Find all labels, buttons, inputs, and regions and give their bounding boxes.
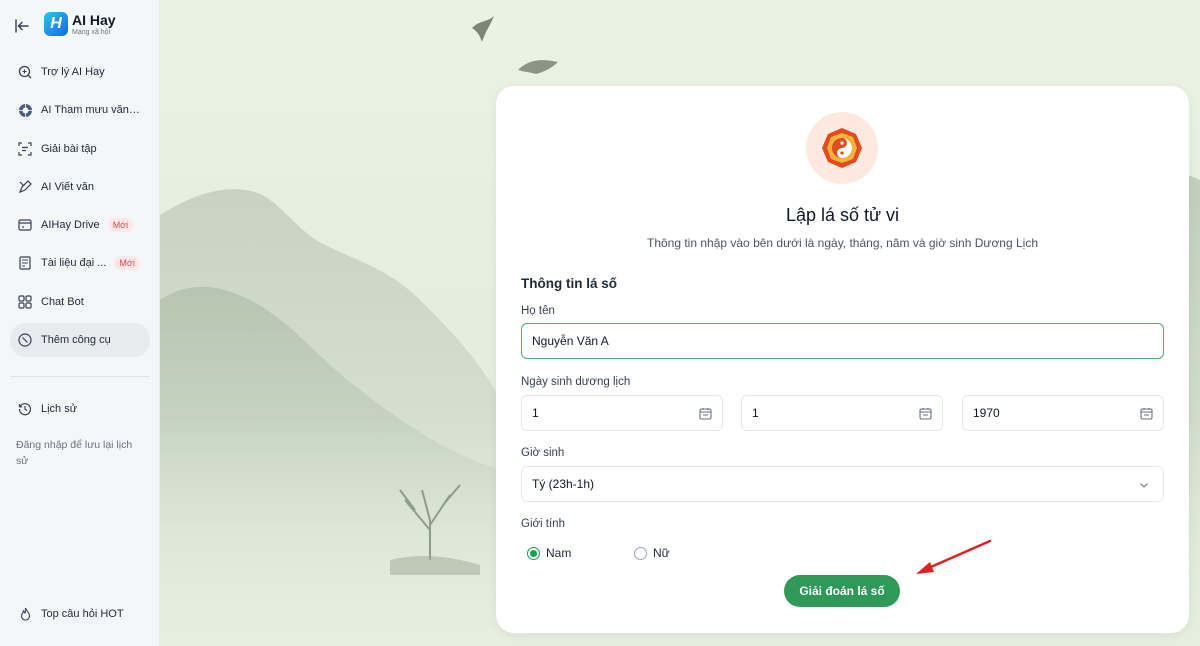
history-icon [17, 401, 33, 417]
section-title: Thông tin lá số [521, 276, 617, 291]
sidebar-item-label: Giải bài tập [41, 142, 97, 155]
sidebar-item-tro-ly-ai-hay[interactable]: Trợ lý AI Hay [10, 55, 150, 89]
search-sparkle-icon [17, 64, 33, 80]
name-label: Họ tên [521, 305, 555, 317]
day-value: 1 [532, 406, 539, 420]
sidebar-item-label: Thêm công cụ [41, 334, 111, 347]
flame-icon [17, 606, 33, 622]
month-value: 1 [752, 406, 759, 420]
sidebar-item-label: Tài liệu đại ... [41, 257, 107, 270]
radio-unchecked-icon [634, 546, 647, 560]
hour-label: Giờ sinh [521, 447, 565, 459]
calendar-icon[interactable] [699, 407, 712, 420]
history-note: Đăng nhập để lưu lại lịch sử [16, 439, 133, 467]
red-arrow-annotation [916, 539, 992, 574]
sidebar-item-label: Trợ lý AI Hay [41, 66, 105, 78]
gender-label: Giới tính [521, 518, 565, 530]
new-badge: Mới [114, 256, 140, 271]
top-questions-label: Top câu hỏi HOT [41, 608, 124, 620]
sidebar-item-label: AI Tham mưu văn ... [41, 104, 141, 117]
scan-icon [17, 141, 33, 157]
sidebar-item-ai-tham-muu[interactable]: AI Tham mưu văn ... [10, 93, 150, 127]
sidebar-divider [10, 376, 150, 377]
bagua-emblem [806, 112, 878, 184]
logo[interactable]: AI Hay Mạng xã hội [72, 13, 116, 36]
drive-icon [17, 217, 33, 233]
page-subtitle: Thông tin nhập vào bên dưới là ngày, thá… [646, 236, 1039, 250]
calendar-icon[interactable] [919, 407, 932, 420]
sidebar-item-ai-viet-van[interactable]: AI Viết văn [10, 170, 150, 204]
sidebar-nav: Trợ lý AI Hay AI Tham mưu văn ... Giải b… [10, 55, 150, 361]
yin-yang-icon [822, 128, 862, 168]
sidebar-item-them-cong-cu[interactable]: Thêm công cụ [10, 323, 150, 358]
submit-button[interactable]: Giải đoán lá số [784, 575, 900, 607]
sidebar-item-label: AIHay Drive [41, 219, 100, 232]
compass-icon [17, 332, 33, 348]
year-value: 1970 [973, 406, 1000, 420]
app-tagline: Mạng xã hội [72, 28, 111, 36]
chevron-down-icon [1140, 483, 1148, 488]
radio-label: Nữ [653, 546, 670, 560]
sidebar-item-giai-bai-tap[interactable]: Giải bài tập [10, 132, 150, 166]
pen-icon [17, 179, 33, 195]
hour-value: Tý (23h-1h) [532, 477, 595, 491]
sidebar: H AI Hay Mạng xã hội Trợ lý AI Hay AI Th… [0, 0, 160, 646]
horoscope-form-card: Lập lá số tử vi Thông tin nhập vào bên d… [496, 86, 1189, 633]
sidebar-item-chat-bot[interactable]: Chat Bot [10, 285, 150, 319]
name-field[interactable]: Nguyễn Văn A [521, 323, 1164, 359]
calendar-icon[interactable] [1140, 407, 1153, 420]
page-title: Lập lá số tử vi [785, 205, 900, 225]
year-field[interactable]: 1970 [962, 395, 1164, 431]
gender-radio-nam[interactable]: Nam [527, 546, 571, 560]
new-badge: Mới [107, 218, 134, 233]
gender-radio-nu[interactable]: Nữ [634, 546, 670, 560]
grid-icon [17, 294, 33, 310]
sidebar-item-aihay-drive[interactable]: AIHay Drive Mới [10, 208, 150, 242]
book-icon [17, 255, 33, 271]
month-field[interactable]: 1 [741, 395, 943, 431]
radio-checked-icon [527, 546, 540, 560]
day-field[interactable]: 1 [521, 395, 723, 431]
collapse-sidebar-icon[interactable] [14, 18, 30, 34]
radio-label: Nam [546, 546, 572, 560]
sidebar-header: H AI Hay Mạng xã hội [14, 12, 116, 36]
history-link[interactable]: Lịch sử [17, 401, 77, 417]
top-questions-link[interactable]: Top câu hỏi HOT [17, 606, 124, 622]
dob-label: Ngày sinh dương lịch [521, 376, 631, 388]
logo-icon[interactable]: H [44, 12, 68, 36]
app-name: AI Hay [72, 11, 116, 28]
sidebar-item-label: AI Viết văn [41, 180, 94, 193]
sidebar-item-tai-lieu[interactable]: Tài liệu đại ... Mới [10, 246, 150, 280]
history-label: Lịch sử [41, 403, 78, 415]
globe-icon [17, 102, 33, 118]
hour-select[interactable]: Tý (23h-1h) [521, 466, 1164, 502]
sidebar-item-label: Chat Bot [41, 295, 84, 308]
